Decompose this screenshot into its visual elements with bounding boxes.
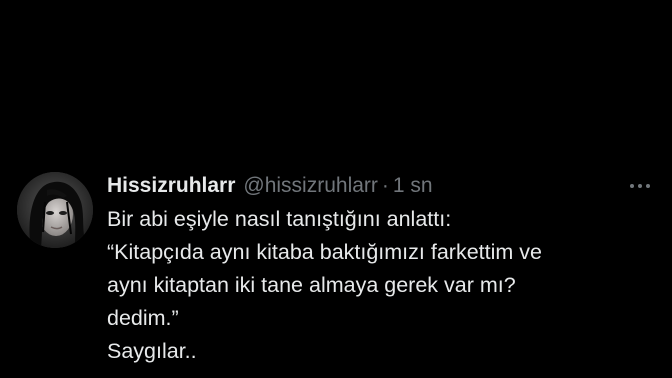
header-separator: · bbox=[381, 174, 389, 197]
author-handle[interactable]: @hissizruhlarr bbox=[243, 173, 378, 199]
avatar-image bbox=[17, 172, 93, 248]
tweet-text-line: “Kitapçıda aynı kitaba baktığımızı farke… bbox=[107, 240, 542, 264]
author-display-name[interactable]: Hissizruhlarr bbox=[107, 173, 235, 199]
tweet-text-line: aynı kitaptan iki tane almaya gerek var … bbox=[107, 273, 516, 297]
more-options-button[interactable] bbox=[625, 176, 655, 196]
avatar[interactable] bbox=[17, 172, 93, 248]
tweet-text-line: Bir abi eşiyle nasıl tanıştığını anlattı… bbox=[107, 207, 452, 231]
more-horizontal-icon-dot bbox=[646, 184, 650, 188]
tweet-text: Bir abi eşiyle nasıl tanıştığını anlattı… bbox=[107, 203, 647, 368]
tweet-header: Hissizruhlarr @hissizruhlarr · 1 sn bbox=[107, 173, 433, 199]
more-horizontal-icon-dot bbox=[638, 184, 642, 188]
tweet[interactable]: Hissizruhlarr @hissizruhlarr · 1 sn Bir … bbox=[0, 0, 672, 378]
tweet-timestamp[interactable]: 1 sn bbox=[393, 173, 433, 199]
tweet-text-line: Saygılar.. bbox=[107, 339, 197, 363]
more-horizontal-icon bbox=[630, 184, 634, 188]
tweet-text-line: dedim.” bbox=[107, 306, 179, 330]
